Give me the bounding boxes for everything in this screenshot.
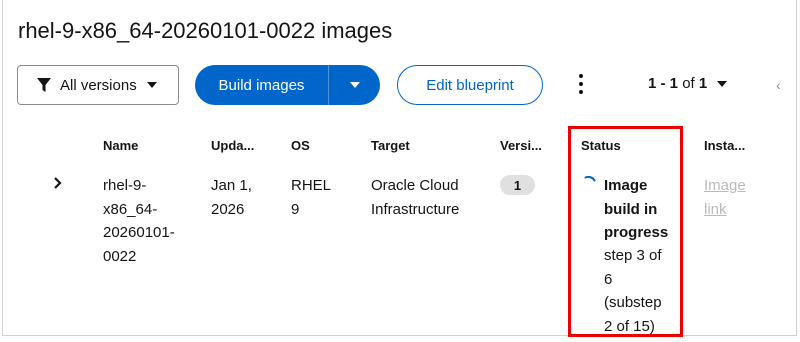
build-images-button[interactable]: Build images — [195, 65, 328, 105]
page-title: rhel-9-x86_64-20260101-0022 images — [18, 18, 393, 43]
pagination-previous-icon[interactable]: ‹ — [776, 77, 781, 93]
pagination-total: 1 — [698, 75, 708, 92]
version-badge: 1 — [500, 175, 535, 195]
column-header-updated[interactable]: Upda... — [211, 138, 254, 153]
row-target-cell: Oracle Cloud Infrastructure — [371, 177, 460, 218]
row-updated-cell: Jan 1, 2026 — [211, 177, 252, 218]
caret-down-icon — [717, 80, 728, 87]
column-header-name[interactable]: Name — [103, 138, 138, 153]
status-detail: step 3 of 6 (substep 2 of 15) — [604, 247, 662, 335]
instance-link: Image link — [704, 177, 746, 218]
chevron-right-icon — [54, 177, 62, 189]
expand-row-icon[interactable] — [53, 176, 62, 192]
column-header-version[interactable]: Versi... — [500, 138, 542, 153]
column-header-target[interactable]: Target — [371, 138, 410, 153]
build-options-toggle[interactable] — [329, 65, 380, 105]
caret-down-icon — [349, 82, 360, 88]
row-os-cell: RHEL 9 — [291, 177, 332, 218]
spinner-icon — [584, 176, 596, 182]
version-filter-dropdown[interactable]: All versions — [17, 65, 179, 105]
edit-blueprint-button[interactable]: Edit blueprint — [397, 65, 543, 105]
build-images-split-button: Build images — [195, 65, 380, 105]
column-header-os[interactable]: OS — [291, 138, 310, 153]
status-label: Image build in progress — [604, 177, 669, 241]
version-filter-label: All versions — [60, 76, 137, 94]
pagination-of: of — [682, 75, 695, 92]
row-name-cell: rhel-9- x86_64- 20260101- 0022 — [103, 177, 175, 265]
kebab-menu-icon[interactable] — [576, 74, 586, 94]
column-header-instance[interactable]: Insta... — [704, 138, 745, 153]
caret-down-icon — [146, 82, 157, 88]
filter-icon — [37, 78, 51, 92]
pagination-range: 1 - 1 — [648, 75, 679, 92]
pagination-toggle[interactable]: 1 - 1 of 1 — [648, 75, 728, 92]
